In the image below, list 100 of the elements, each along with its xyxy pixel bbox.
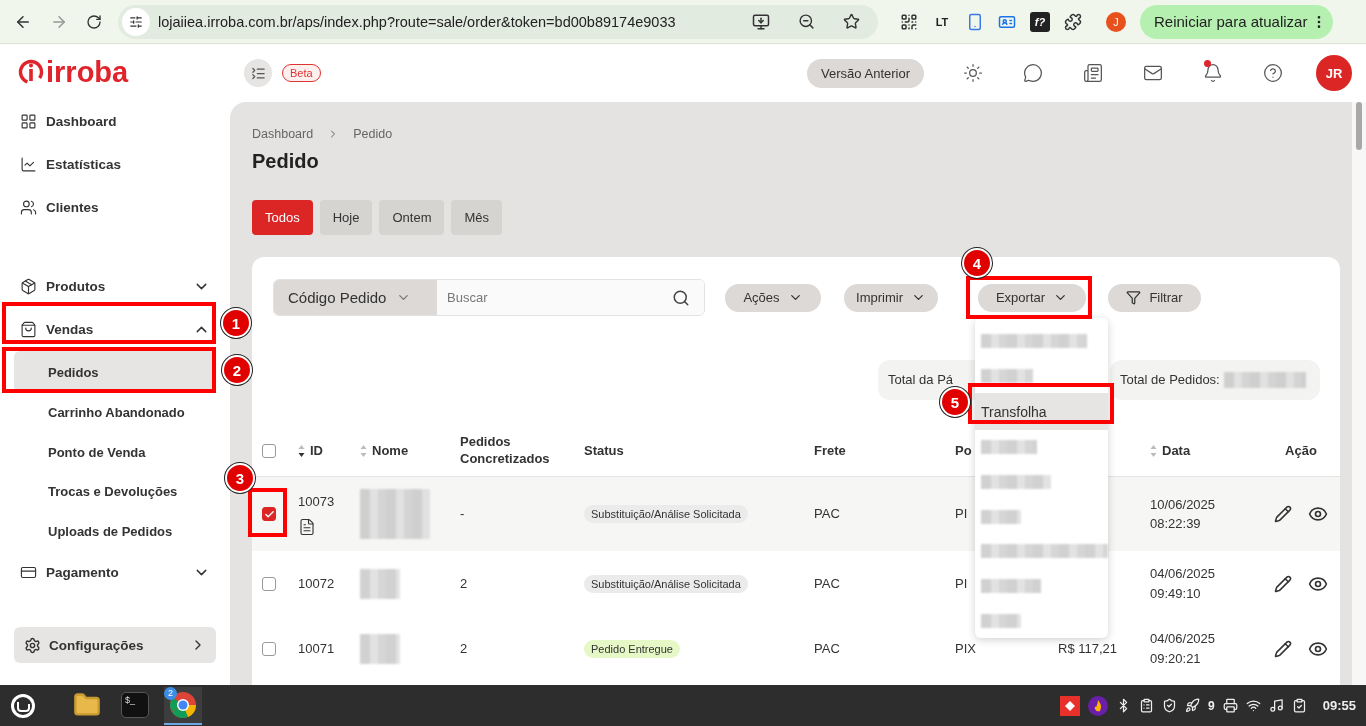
- sidebar-item[interactable]: Clientes: [14, 186, 216, 229]
- step-number: 2: [222, 355, 252, 385]
- collapse-sidebar-icon[interactable]: [244, 59, 272, 87]
- profile-avatar[interactable]: J: [1106, 11, 1126, 32]
- scrollbar[interactable]: [1352, 102, 1366, 685]
- update-button[interactable]: Reiniciar para atualizar: [1140, 4, 1334, 39]
- table-cell-text: 2: [460, 639, 468, 658]
- tray-count: 9: [1208, 698, 1215, 713]
- phone-icon[interactable]: [966, 12, 984, 31]
- document-icon[interactable]: [298, 517, 316, 536]
- extension-icon[interactable]: LT: [932, 11, 952, 32]
- sort-icon[interactable]: [298, 444, 305, 458]
- sidebar-item[interactable]: Estatísticas: [14, 143, 216, 186]
- box-icon: [20, 278, 37, 295]
- extension-icon[interactable]: f?: [1030, 11, 1050, 32]
- column-header: Pedidos Concretizados: [460, 434, 551, 468]
- filter-tab[interactable]: Todos: [252, 200, 313, 235]
- sidebar-subitem[interactable]: Ponto de Venda: [14, 432, 216, 472]
- status-badge: Pedido Entregue: [584, 639, 680, 658]
- step-number: 4: [962, 248, 992, 278]
- count-badge: 2: [164, 686, 177, 700]
- zoom-icon[interactable]: [798, 13, 815, 30]
- sidebar-subitem[interactable]: Carrinho Abandonado: [14, 393, 216, 433]
- logo-mark-icon: [18, 59, 44, 85]
- blurred-name: [360, 633, 400, 664]
- step-number: 1: [221, 308, 251, 338]
- view-icon[interactable]: [1308, 504, 1328, 524]
- dropdown-button[interactable]: Imprimir: [844, 283, 938, 312]
- sidebar-item[interactable]: Vendas: [14, 308, 216, 351]
- logo: irroba: [18, 56, 216, 88]
- edit-icon[interactable]: [1274, 639, 1292, 658]
- filter-tab[interactable]: Mês: [451, 200, 503, 235]
- total-label: Total da Pá: [888, 371, 954, 390]
- row-checkbox[interactable]: [262, 576, 276, 591]
- clock: 09:55: [1322, 698, 1356, 713]
- app-tray-icon[interactable]: [1060, 695, 1081, 716]
- install-icon[interactable]: [752, 12, 770, 31]
- page-title: Pedido: [252, 150, 320, 173]
- row-checkbox[interactable]: [262, 641, 276, 656]
- wifi-icon[interactable]: [1245, 698, 1261, 713]
- table-cell-text: PI: [955, 505, 968, 524]
- filter-icon: [1126, 290, 1142, 305]
- table-cell-text: -: [460, 505, 465, 524]
- select-all-checkbox[interactable]: [262, 444, 276, 458]
- column-header[interactable]: Nome: [372, 442, 409, 460]
- column-header: Frete: [814, 442, 846, 460]
- previous-version-button[interactable]: Versão Anterior: [807, 58, 924, 88]
- printer-icon[interactable]: [1222, 698, 1238, 713]
- table-cell-text: PI: [955, 574, 968, 593]
- settings-button[interactable]: Configurações: [14, 627, 216, 663]
- shield-icon[interactable]: [1162, 698, 1178, 713]
- table-cell-text: R$ 117,21: [1058, 639, 1118, 658]
- sidebar-item[interactable]: Produtos: [14, 265, 216, 308]
- star-icon[interactable]: [843, 13, 860, 30]
- clipboard-icon[interactable]: [1291, 698, 1307, 713]
- sidebar-subitem[interactable]: Uploads de Pedidos: [14, 511, 216, 551]
- beta-badge: Beta: [282, 64, 321, 82]
- column-header[interactable]: ID: [310, 442, 323, 460]
- step-number: 5: [940, 387, 970, 417]
- column-header[interactable]: Data: [1162, 442, 1191, 460]
- row-checkbox[interactable]: [262, 507, 276, 521]
- edit-icon[interactable]: [1274, 574, 1292, 593]
- qr-code-icon[interactable]: [900, 12, 918, 31]
- table-cell-text: 2: [460, 574, 468, 593]
- breadcrumb-link[interactable]: Dashboard: [252, 127, 314, 141]
- order-id: 10073: [298, 493, 335, 512]
- app-tray-icon[interactable]: [1088, 695, 1109, 716]
- step-number: 3: [225, 463, 255, 493]
- sidebar-item[interactable]: Pagamento: [14, 551, 216, 594]
- music-icon[interactable]: [1268, 698, 1284, 713]
- clipboard-icon[interactable]: [1139, 698, 1155, 713]
- date-cell-text: 04/06/2025 09:49:10: [1150, 565, 1216, 603]
- status-badge: Substituição/Análise Solicitada: [584, 505, 748, 523]
- bag-icon: [20, 321, 37, 338]
- sidebar-subitem[interactable]: Trocas e Devoluções: [14, 472, 216, 512]
- dropdown-button[interactable]: Ações: [725, 283, 821, 312]
- sidebar-item[interactable]: Dashboard: [14, 100, 216, 143]
- blurred-name: [360, 568, 400, 599]
- user-avatar[interactable]: JR: [1316, 55, 1352, 91]
- rocket-icon[interactable]: [1185, 698, 1201, 713]
- edit-icon[interactable]: [1274, 505, 1292, 523]
- dropdown-button[interactable]: Exportar: [978, 283, 1086, 312]
- table-cell-text: PAC: [814, 574, 840, 593]
- filter-button[interactable]: Filtrar: [1108, 283, 1201, 312]
- column-header: Po: [955, 442, 972, 460]
- card-icon: [20, 564, 37, 581]
- menu-logo-icon[interactable]: [10, 692, 36, 719]
- puzzle-icon[interactable]: [1064, 12, 1082, 31]
- order-id: 10072: [298, 574, 335, 593]
- reload-icon[interactable]: [86, 13, 102, 30]
- status-badge: Substituição/Análise Solicitada: [584, 574, 748, 593]
- users-icon: [20, 199, 37, 216]
- address-bar[interactable]: lojaiiea.irroba.com.br/aps/index.php?route=sale/order&token=bd00b89174e9033: [118, 4, 878, 39]
- site-info-icon[interactable]: [122, 7, 150, 36]
- settings-icon: [24, 636, 41, 654]
- table-cell-text: PIX: [955, 639, 976, 658]
- filter-tab[interactable]: Hoje: [319, 200, 373, 235]
- chart-icon: [20, 156, 37, 173]
- column-header: Ação: [1285, 442, 1317, 460]
- filter-tab[interactable]: Ontem: [379, 200, 445, 235]
